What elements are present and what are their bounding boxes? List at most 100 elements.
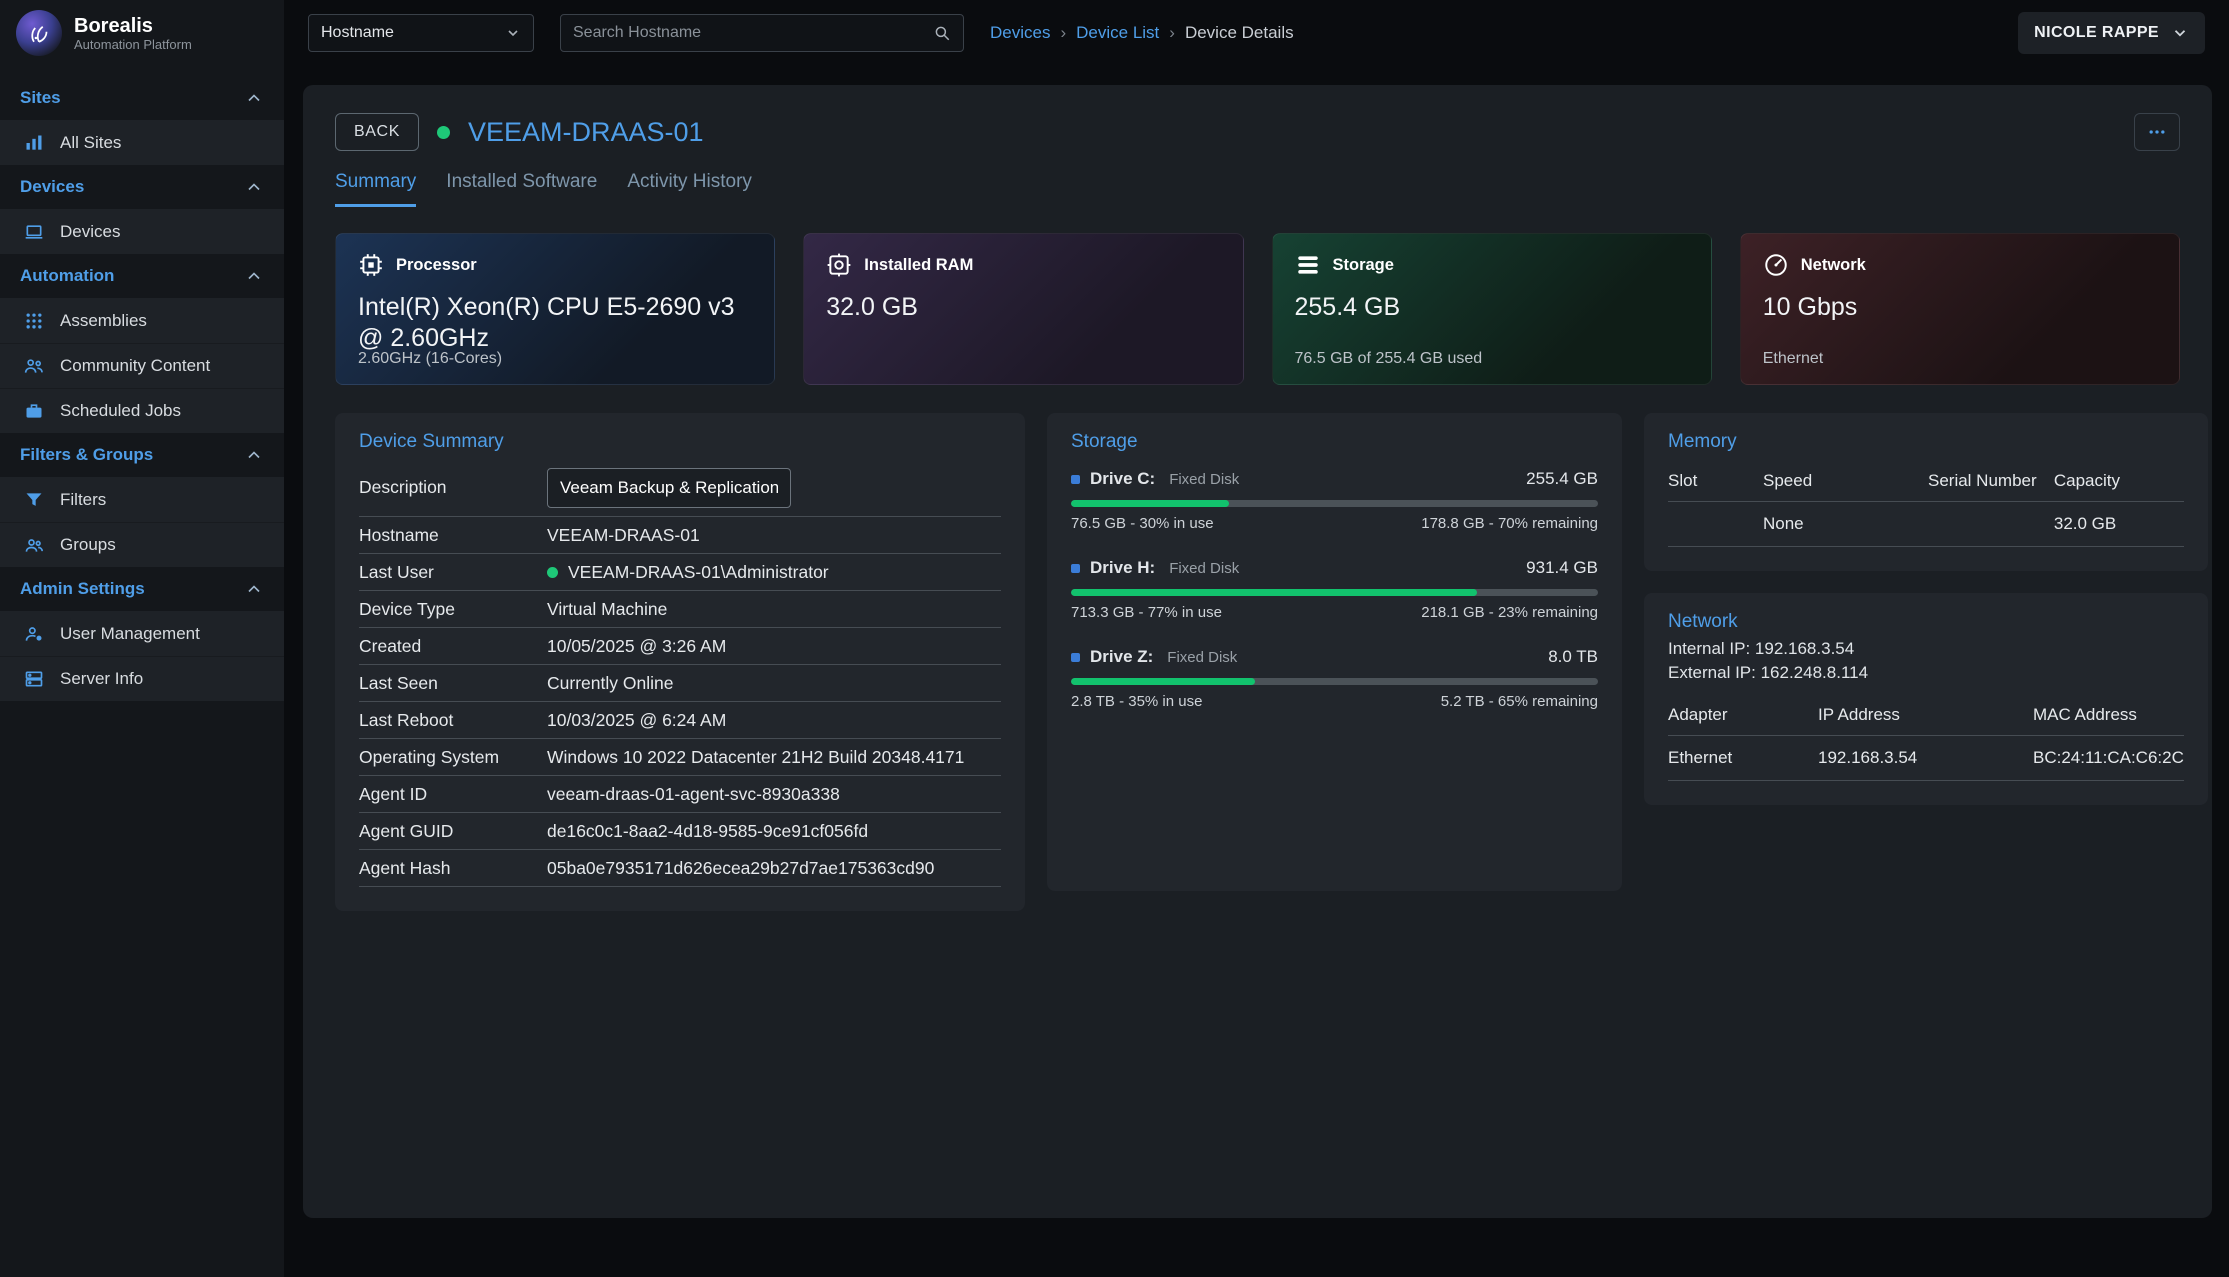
sidebar-item-assemblies[interactable]: Assemblies: [0, 298, 284, 343]
memory-table-header: Slot Speed Serial Number Capacity: [1668, 459, 2184, 502]
drive-usage-fill: [1071, 678, 1255, 685]
chevron-up-icon: [244, 177, 264, 197]
drive-name: Drive H:: [1090, 558, 1155, 578]
stat-card-value: 32.0 GB: [826, 292, 1206, 323]
row-value: Windows 10 2022 Datacenter 21H2 Build 20…: [547, 747, 964, 768]
adapter-mac: BC:24:11:CA:C6:2C: [2033, 748, 2184, 768]
row-label: Last Seen: [359, 673, 547, 694]
sidebar-item-filters[interactable]: Filters: [0, 477, 284, 522]
sidebar-item-server-info[interactable]: Server Info: [0, 656, 284, 701]
tab-bar: Summary Installed Software Activity Hist…: [335, 171, 2180, 207]
sidebar-item-user-management[interactable]: User Management: [0, 611, 284, 656]
breadcrumb: Devices › Device List › Device Details: [990, 23, 1294, 43]
sidebar-section-automation[interactable]: Automation: [0, 254, 284, 298]
sidebar-item-all-sites[interactable]: All Sites: [0, 120, 284, 165]
back-button[interactable]: BACK: [335, 113, 419, 151]
drive-name: Drive C:: [1090, 469, 1155, 489]
scheduled-jobs-icon: [24, 401, 44, 421]
tab-summary[interactable]: Summary: [335, 171, 416, 207]
row-value: 05ba0e7935171d626ecea29b27d7ae175363cd90: [547, 858, 934, 879]
chevron-up-icon: [244, 88, 264, 108]
drive-bullet-icon: [1071, 653, 1080, 662]
adapter-ip: 192.168.3.54: [1818, 748, 2033, 768]
row-label: Description: [359, 477, 547, 498]
summary-row-agent-guid: Agent GUID de16c0c1-8aa2-4d18-9585-9ce91…: [359, 813, 1001, 850]
devices-icon: [24, 222, 44, 242]
panel-title: Storage: [1071, 431, 1598, 453]
memory-capacity: 32.0 GB: [2054, 514, 2184, 534]
stat-card-subtext: Ethernet: [1763, 350, 1823, 368]
network-table-header: Adapter IP Address MAC Address: [1668, 693, 2184, 736]
stat-card-value: 10 Gbps: [1763, 292, 2143, 323]
sidebar-section-sites[interactable]: Sites: [0, 76, 284, 120]
topbar: Hostname Devices › Device List › Device …: [284, 0, 2229, 66]
section-label: Devices: [20, 177, 84, 197]
chevron-up-icon: [244, 445, 264, 465]
device-online-status-dot: [437, 126, 450, 139]
section-label: Automation: [20, 266, 114, 286]
panel-title: Device Summary: [359, 431, 1001, 453]
drive-bullet-icon: [1071, 475, 1080, 484]
stat-card-title: Processor: [396, 256, 477, 275]
column-header: Speed: [1763, 471, 1928, 491]
drive-remaining-text: 5.2 TB - 65% remaining: [1441, 693, 1598, 710]
device-details-panel: BACK VEEAM-DRAAS-01 Summary Installed So…: [303, 85, 2212, 1218]
sidebar-item-community-content[interactable]: Community Content: [0, 343, 284, 388]
sidebar-section-devices[interactable]: Devices: [0, 165, 284, 209]
row-label: Operating System: [359, 747, 547, 768]
filters-icon: [24, 490, 44, 510]
description-input[interactable]: [547, 468, 791, 508]
installed-ram-card: Installed RAM 32.0 GB: [803, 233, 1243, 385]
search-icon[interactable]: [933, 24, 951, 42]
stat-card-title: Installed RAM: [864, 256, 973, 275]
row-value: Currently Online: [547, 673, 673, 694]
breadcrumb-devices[interactable]: Devices: [990, 23, 1050, 43]
stat-card-value: Intel(R) Xeon(R) CPU E5-2690 v3 @ 2.60GH…: [358, 292, 738, 355]
tab-activity-history[interactable]: Activity History: [627, 171, 752, 207]
sidebar-section-filters-groups[interactable]: Filters & Groups: [0, 433, 284, 477]
summary-row-last-reboot: Last Reboot 10/03/2025 @ 6:24 AM: [359, 702, 1001, 739]
server-info-icon: [24, 669, 44, 689]
right-column: Memory Slot Speed Serial Number Capacity…: [1644, 413, 2208, 805]
section-label: Filters & Groups: [20, 445, 153, 465]
sidebar-section-admin-settings[interactable]: Admin Settings: [0, 567, 284, 611]
sidebar-item-scheduled-jobs[interactable]: Scheduled Jobs: [0, 388, 284, 433]
search-input[interactable]: [573, 24, 933, 42]
drive-used-text: 76.5 GB - 30% in use: [1071, 515, 1214, 532]
sidebar-nav: Sites All Sites Devices Devices Automati…: [0, 66, 284, 701]
search-box: [560, 14, 964, 52]
row-value: 10/03/2025 @ 6:24 AM: [547, 710, 726, 731]
section-label: Admin Settings: [20, 579, 145, 599]
drive-usage-fill: [1071, 500, 1229, 507]
breadcrumb-device-list[interactable]: Device List: [1076, 23, 1159, 43]
search-field-dropdown[interactable]: Hostname: [308, 14, 534, 52]
sidebar-item-groups[interactable]: Groups: [0, 522, 284, 567]
sidebar-item-label: Community Content: [60, 356, 210, 376]
stat-card-value: 255.4 GB: [1295, 292, 1675, 323]
summary-row-agent-hash: Agent Hash 05ba0e7935171d626ecea29b27d7a…: [359, 850, 1001, 887]
network-card: Network 10 Gbps Ethernet: [1740, 233, 2180, 385]
user-menu-button[interactable]: NICOLE RAPPE: [2018, 12, 2205, 54]
drive-name: Drive Z:: [1090, 647, 1153, 667]
sidebar-item-devices[interactable]: Devices: [0, 209, 284, 254]
more-options-button[interactable]: [2134, 113, 2180, 151]
summary-row-last-seen: Last Seen Currently Online: [359, 665, 1001, 702]
section-label: Sites: [20, 88, 61, 108]
chevron-down-icon: [2171, 24, 2189, 42]
processor-icon: [358, 252, 384, 278]
sidebar-item-label: Server Info: [60, 669, 143, 689]
tab-installed-software[interactable]: Installed Software: [446, 171, 597, 207]
borealis-logo-icon: [16, 10, 62, 56]
breadcrumb-separator: ›: [1169, 23, 1175, 43]
page-header: BACK VEEAM-DRAAS-01: [335, 113, 2180, 151]
device-summary-panel: Device Summary Description Hostname VEEA…: [335, 413, 1025, 911]
row-value: 10/05/2025 @ 3:26 AM: [547, 636, 726, 657]
panel-title: Network: [1668, 611, 2184, 633]
drive-size: 255.4 GB: [1526, 469, 1598, 489]
drive-type: Fixed Disk: [1167, 649, 1237, 666]
summary-row-device-type: Device Type Virtual Machine: [359, 591, 1001, 628]
stat-cards: Processor Intel(R) Xeon(R) CPU E5-2690 v…: [335, 233, 2180, 385]
drive-bullet-icon: [1071, 564, 1080, 573]
sidebar-item-label: Scheduled Jobs: [60, 401, 181, 421]
memory-table-row: None 32.0 GB: [1668, 502, 2184, 547]
